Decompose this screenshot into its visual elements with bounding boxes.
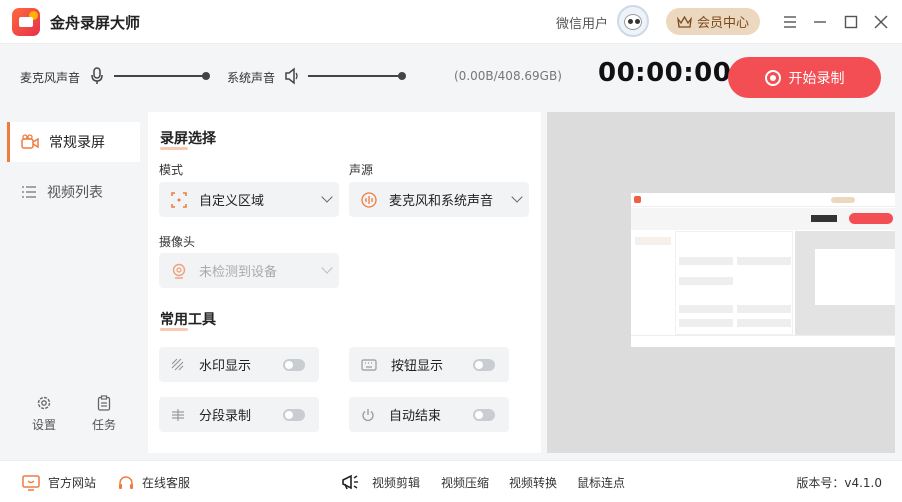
version-label: 版本号：v4.1.0	[796, 476, 882, 490]
sidebar-item-regular-record[interactable]: 常规录屏	[7, 122, 140, 162]
vip-center-button[interactable]: 会员中心	[666, 8, 760, 35]
chevron-down-icon	[321, 262, 333, 274]
segment-icon	[172, 408, 184, 421]
system-volume-slider[interactable]	[308, 75, 402, 77]
preview-screenshot	[631, 193, 895, 347]
watermark-toggle-item[interactable]: 水印显示	[159, 347, 319, 382]
mode-select[interactable]: 自定义区域	[159, 182, 339, 217]
menu-icon[interactable]	[780, 12, 800, 32]
app-window: 金舟录屏大师 微信用户 会员中心 麦克风声音 系统声音 (0.00B/408.6…	[0, 0, 902, 502]
auto-stop-toggle[interactable]	[473, 409, 495, 421]
start-record-button[interactable]: 开始录制	[728, 57, 881, 98]
watermark-icon	[171, 358, 184, 370]
gear-icon	[37, 396, 51, 410]
mic-volume-knob[interactable]	[202, 72, 210, 80]
microphone-icon[interactable]	[90, 67, 104, 85]
watermark-label: 水印显示	[199, 359, 252, 374]
record-settings-panel: 录屏选择 模式 自定义区域 声源 麦克风和系统声音 摄像头 未检测到设备 常用工…	[148, 112, 541, 453]
avatar-eye-right	[635, 19, 640, 24]
camera-select[interactable]: 未检测到设备	[159, 253, 339, 288]
settings-label: 设置	[31, 418, 56, 432]
key-display-toggle[interactable]	[473, 359, 495, 371]
mode-value: 自定义区域	[199, 194, 265, 209]
headset-icon	[119, 475, 133, 489]
monitor-icon	[22, 474, 40, 491]
chevron-down-icon	[511, 191, 523, 203]
minimize-icon[interactable]	[810, 12, 830, 32]
mouse-clicker-link[interactable]: 鼠标连点	[577, 474, 625, 491]
crown-icon	[677, 15, 692, 28]
mic-volume-label: 麦克风声音	[20, 71, 81, 85]
key-display-toggle-item[interactable]: 按钮显示	[349, 347, 509, 382]
video-compress-link[interactable]: 视频压缩	[441, 474, 489, 491]
auto-stop-toggle-item[interactable]: 自动结束	[349, 397, 509, 432]
sidebar-item-label: 视频列表	[47, 185, 103, 201]
chevron-down-icon	[321, 191, 333, 203]
sidebar-item-label: 常规录屏	[49, 135, 105, 151]
audio-record-bar: 麦克风声音 系统声音 (0.00B/408.69GB) 00:00:00 开始录…	[0, 44, 902, 112]
online-support-label: 在线客服	[142, 476, 191, 490]
speaker-icon[interactable]	[284, 67, 300, 85]
settings-button[interactable]: 设置	[14, 395, 74, 433]
auto-stop-label: 自动结束	[389, 409, 442, 424]
tools-title: 常用工具	[160, 309, 216, 331]
watermark-toggle[interactable]	[283, 359, 305, 371]
region-icon	[171, 191, 187, 208]
segment-record-toggle[interactable]	[283, 409, 305, 421]
app-logo-icon	[12, 8, 40, 36]
system-volume-label: 系统声音	[227, 71, 276, 85]
maximize-icon[interactable]	[841, 12, 861, 32]
video-convert-link[interactable]: 视频转换	[509, 474, 557, 491]
audio-wave-icon	[361, 191, 377, 208]
video-edit-link[interactable]: 视频剪辑	[372, 474, 420, 491]
close-icon[interactable]	[871, 12, 891, 32]
mic-volume-slider[interactable]	[114, 75, 206, 77]
audio-source-label: 声源	[349, 163, 374, 177]
screen-select-title: 录屏选择	[160, 128, 216, 150]
audio-source-select[interactable]: 麦克风和系统声音	[349, 182, 529, 217]
user-name[interactable]: 微信用户	[556, 13, 608, 32]
record-timer: 00:00:00	[598, 58, 732, 88]
audio-source-value: 麦克风和系统声音	[389, 194, 494, 209]
segment-record-label: 分段录制	[199, 409, 252, 424]
app-title: 金舟录屏大师	[50, 14, 141, 32]
camera-value: 未检测到设备	[199, 265, 278, 280]
storage-indicator: (0.00B/408.69GB)	[454, 69, 562, 83]
avatar[interactable]	[617, 5, 649, 37]
webcam-icon	[172, 263, 186, 279]
clipboard-icon	[97, 395, 111, 411]
title-bar: 金舟录屏大师 微信用户 会员中心	[0, 0, 902, 44]
sidebar-item-video-list[interactable]: 视频列表	[7, 172, 140, 212]
sidebar: 常规录屏 视频列表 设置 任务	[0, 112, 144, 457]
list-icon	[22, 186, 36, 198]
footer-bar: 官方网站 在线客服 视频剪辑 视频压缩 视频转换 鼠标连点 版本号：v4.1.0	[0, 460, 902, 502]
start-record-label: 开始录制	[788, 70, 845, 87]
official-website-link[interactable]: 官方网站	[22, 474, 96, 491]
avatar-eye-left	[628, 19, 633, 24]
mode-label: 模式	[159, 163, 184, 177]
system-volume-knob[interactable]	[398, 72, 406, 80]
key-display-label: 按钮显示	[391, 359, 444, 374]
tasks-button[interactable]: 任务	[74, 395, 134, 433]
online-support-link[interactable]: 在线客服	[118, 474, 190, 491]
official-website-label: 官方网站	[48, 476, 97, 490]
camera-label: 摄像头	[159, 235, 196, 249]
megaphone-icon	[342, 474, 358, 490]
preview-area	[547, 112, 895, 453]
power-icon	[362, 408, 374, 421]
segment-record-toggle-item[interactable]: 分段录制	[159, 397, 319, 432]
keyboard-icon	[361, 358, 377, 371]
vip-center-label: 会员中心	[696, 16, 749, 31]
record-icon	[764, 69, 781, 86]
camera-icon	[21, 134, 39, 149]
tasks-label: 任务	[91, 418, 116, 432]
